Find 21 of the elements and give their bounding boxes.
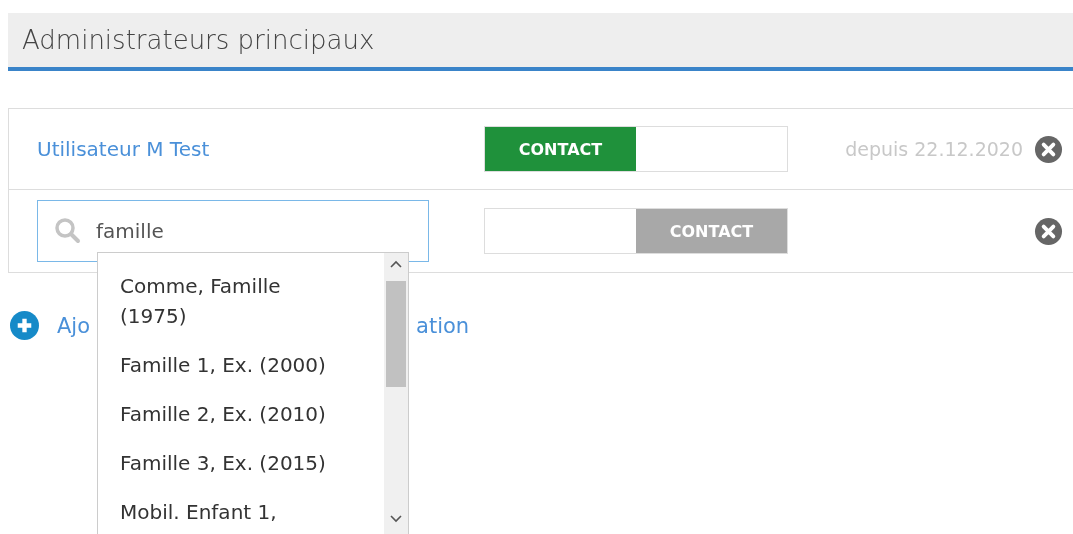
add-link[interactable]: Ajo xyxy=(57,313,91,338)
suggestion-item[interactable]: Mobil. Enfant 1, xyxy=(120,497,336,527)
scroll-thumb[interactable] xyxy=(386,281,406,387)
contact-toggle[interactable]: CONTACT xyxy=(484,208,788,254)
contact-toggle[interactable]: CONTACT xyxy=(484,126,788,172)
close-icon[interactable] xyxy=(1034,134,1063,164)
add-link[interactable]: ation xyxy=(416,313,470,338)
contact-button[interactable]: CONTACT xyxy=(485,127,636,171)
suggestion-item[interactable]: Famille 2, Ex. (2010) xyxy=(120,399,336,429)
suggestion-item[interactable]: Famille 3, Ex. (2015) xyxy=(120,448,336,478)
user-link[interactable]: Utilisateur M Test xyxy=(37,137,210,161)
scroll-down-icon[interactable] xyxy=(390,515,402,523)
suggestion-item[interactable]: Comme, Famille (1975) xyxy=(120,271,336,331)
scrollbar[interactable] xyxy=(384,253,408,534)
suggestion-item[interactable]: Famille 1, Ex. (2000) xyxy=(120,350,336,380)
close-icon[interactable] xyxy=(1034,216,1063,246)
section-title: Administrateurs principaux xyxy=(22,25,375,55)
scroll-up-icon[interactable] xyxy=(390,260,402,268)
add-icon[interactable] xyxy=(10,311,39,340)
search-icon xyxy=(54,217,81,244)
contact-button[interactable]: CONTACT xyxy=(636,209,787,253)
